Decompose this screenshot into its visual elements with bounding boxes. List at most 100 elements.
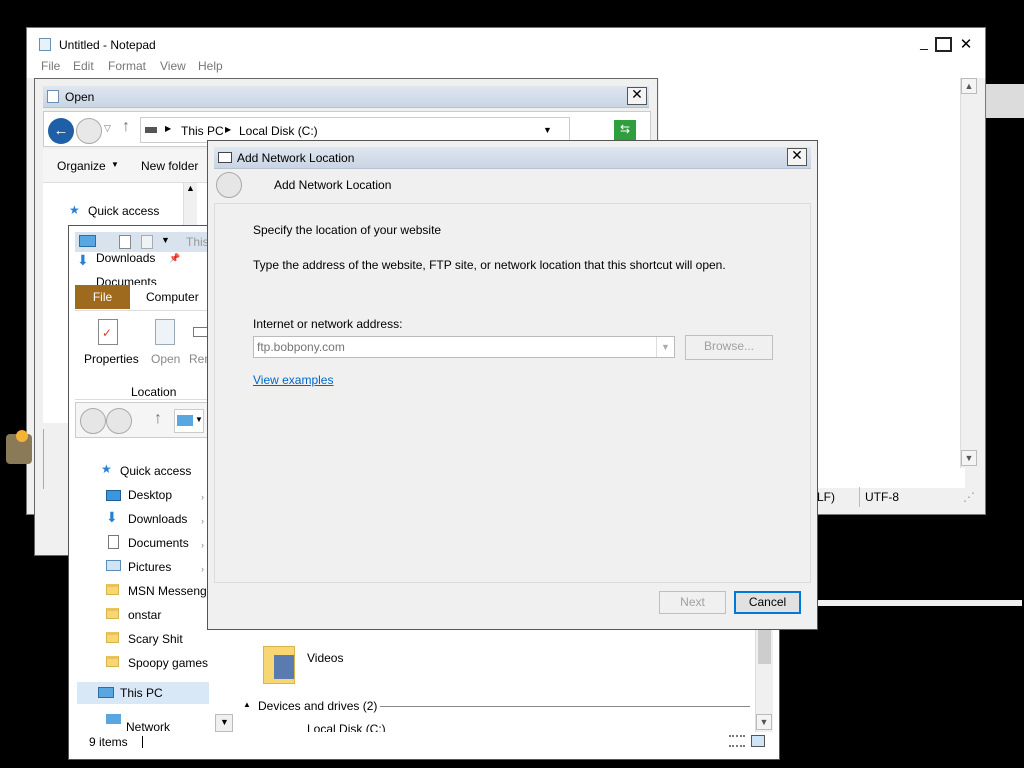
anl-titlebar[interactable]: Add Network Location ✕ xyxy=(214,147,811,169)
explorer-behind-downloads[interactable]: Downloads xyxy=(96,251,155,265)
nav-spoopy-games[interactable]: Spoopy games xyxy=(128,656,208,670)
menu-view[interactable]: View xyxy=(160,59,186,73)
anl-title: Add Network Location xyxy=(237,151,355,165)
quick-access-toolbar: ▼ This xyxy=(75,232,209,252)
menu-edit[interactable]: Edit xyxy=(73,59,94,73)
organize-button[interactable]: Organize xyxy=(57,159,106,173)
anl-cancel-button[interactable]: Cancel xyxy=(734,591,801,614)
notepad-menubar: File Edit Format View Help xyxy=(27,58,985,78)
anl-browse-button[interactable]: Browse... xyxy=(685,335,773,360)
folder-icon xyxy=(106,608,119,619)
scroll-up-icon[interactable]: ▲ xyxy=(961,78,977,94)
pin-icon: › xyxy=(201,516,204,526)
qat-customize-chevron-icon[interactable]: ▼ xyxy=(161,235,170,245)
menu-help[interactable]: Help xyxy=(198,59,223,73)
nav-pictures[interactable]: Pictures xyxy=(128,560,171,574)
ribbon-tab-file[interactable]: File xyxy=(75,285,130,309)
desktop-program-icon[interactable] xyxy=(6,430,32,464)
documents-icon xyxy=(108,535,119,549)
pin-icon: › xyxy=(201,540,204,550)
pin-icon: › xyxy=(201,492,204,502)
anl-close-button[interactable]: ✕ xyxy=(787,148,807,166)
explorer-up-icon[interactable]: ↑ xyxy=(154,410,162,428)
explorer-address-pc-icon[interactable]: ▼ xyxy=(174,409,204,433)
notepad-app-icon xyxy=(39,38,51,51)
anl-address-input[interactable] xyxy=(254,337,654,357)
nav-scary-shit[interactable]: Scary Shit xyxy=(128,632,183,646)
background-window-edge xyxy=(986,84,1024,118)
ribbon-tabs: File Computer xyxy=(75,285,209,309)
forward-icon[interactable] xyxy=(76,118,102,144)
scroll-down-icon[interactable]: ▼ xyxy=(961,450,977,466)
explorer-content-scrollbar[interactable]: ▼ xyxy=(755,626,773,732)
wizard-back-icon[interactable] xyxy=(216,172,242,198)
videos-label[interactable]: Videos xyxy=(307,651,343,665)
local-disk-label[interactable]: Local Disk (C:) xyxy=(307,722,386,732)
anl-description: Type the address of the website, FTP sit… xyxy=(253,258,726,272)
nav-this-pc-row[interactable]: This PC xyxy=(77,682,209,704)
open-icon[interactable] xyxy=(155,319,175,345)
quick-access-star-icon: ★ xyxy=(101,462,112,476)
nav-onstar[interactable]: onstar xyxy=(128,608,161,622)
explorer-forward-icon[interactable] xyxy=(106,408,132,434)
scroll-down-icon[interactable]: ▼ xyxy=(756,714,772,730)
qat-properties-icon[interactable] xyxy=(119,235,131,249)
resize-grip-icon[interactable]: ⋰ xyxy=(963,490,975,504)
explorer-back-icon[interactable] xyxy=(80,408,106,434)
qat-new-folder-icon[interactable] xyxy=(141,235,153,249)
devices-collapse-icon[interactable]: ▲ xyxy=(243,700,251,709)
nav-downloads[interactable]: Downloads xyxy=(128,512,187,526)
nav-quick-access[interactable]: Quick access xyxy=(120,464,191,478)
explorer-content: Videos ▲ Devices and drives (2) Local Di… xyxy=(235,626,775,732)
nav-this-pc[interactable]: This PC xyxy=(120,686,163,700)
ribbon-tab-computer[interactable]: Computer xyxy=(146,290,199,304)
desktop-icon xyxy=(106,490,121,501)
details-view-icon[interactable] xyxy=(729,735,745,747)
explorer-nav-scrollbar[interactable]: ▼ xyxy=(215,714,233,732)
nav-documents[interactable]: Documents xyxy=(128,536,189,550)
menu-file[interactable]: File xyxy=(41,59,60,73)
nav-network[interactable]: Network xyxy=(126,720,170,732)
refresh-icon[interactable]: ⇆ xyxy=(614,120,636,140)
ribbon-rename-button[interactable]: Rena xyxy=(189,352,209,366)
open-nav-quick-access[interactable]: Quick access xyxy=(88,204,159,218)
up-arrow-icon[interactable]: ↑ xyxy=(122,118,130,136)
anl-address-combobox[interactable]: ▼ xyxy=(253,336,675,358)
notepad-scrollbar[interactable]: ▲ ▼ xyxy=(960,78,977,468)
new-folder-button[interactable]: New folder xyxy=(141,159,198,173)
back-icon[interactable]: ← xyxy=(48,118,74,144)
maximize-button[interactable] xyxy=(935,37,952,52)
devices-header[interactable]: Devices and drives (2) xyxy=(258,699,377,713)
address-dropdown-icon[interactable]: ▼ xyxy=(543,125,552,135)
this-pc-icon xyxy=(98,687,114,698)
properties-icon[interactable]: ✓ xyxy=(98,319,118,345)
explorer-statusbar: 9 items xyxy=(69,732,779,759)
ribbon-properties-button[interactable]: Properties xyxy=(84,352,139,366)
breadcrumb-sep-icon[interactable]: ▶ xyxy=(165,124,171,133)
anl-next-button[interactable]: Next xyxy=(659,591,726,614)
address-dropdown-icon[interactable]: ▼ xyxy=(656,337,674,357)
nav-desktop[interactable]: Desktop xyxy=(128,488,172,502)
organize-chevron-icon[interactable]: ▼ xyxy=(111,160,119,169)
status-encoding: UTF-8 xyxy=(865,490,899,504)
breadcrumb-local-disk[interactable]: Local Disk (C:) xyxy=(239,124,318,138)
nav-msn-messenger[interactable]: MSN Messeng xyxy=(128,584,207,598)
explorer-title-fragment: This xyxy=(186,235,209,249)
computer-icon xyxy=(79,235,96,247)
menu-format[interactable]: Format xyxy=(108,59,146,73)
recent-locations-chevron-icon[interactable]: ▽ xyxy=(104,123,111,134)
open-dialog-titlebar[interactable]: Open ✕ xyxy=(43,86,649,108)
close-button[interactable]: ✕ xyxy=(957,35,975,53)
breadcrumb-sep-icon[interactable]: ▶ xyxy=(225,125,231,134)
minimize-button[interactable]: _ xyxy=(915,35,933,52)
content-scroll-thumb[interactable] xyxy=(758,626,771,664)
anl-view-examples-link[interactable]: View examples xyxy=(253,373,333,387)
breadcrumb-this-pc[interactable]: This PC xyxy=(181,124,224,138)
drive-icon xyxy=(145,127,157,133)
ribbon-group-location: Location xyxy=(131,385,177,399)
folder-icon xyxy=(106,584,119,595)
open-dialog-close-button[interactable]: ✕ xyxy=(627,87,647,105)
ribbon-open-button[interactable]: Open xyxy=(151,352,180,366)
notepad-titlebar[interactable]: Untitled - Notepad _ ✕ xyxy=(27,28,985,58)
large-icons-view-icon[interactable] xyxy=(751,735,765,747)
